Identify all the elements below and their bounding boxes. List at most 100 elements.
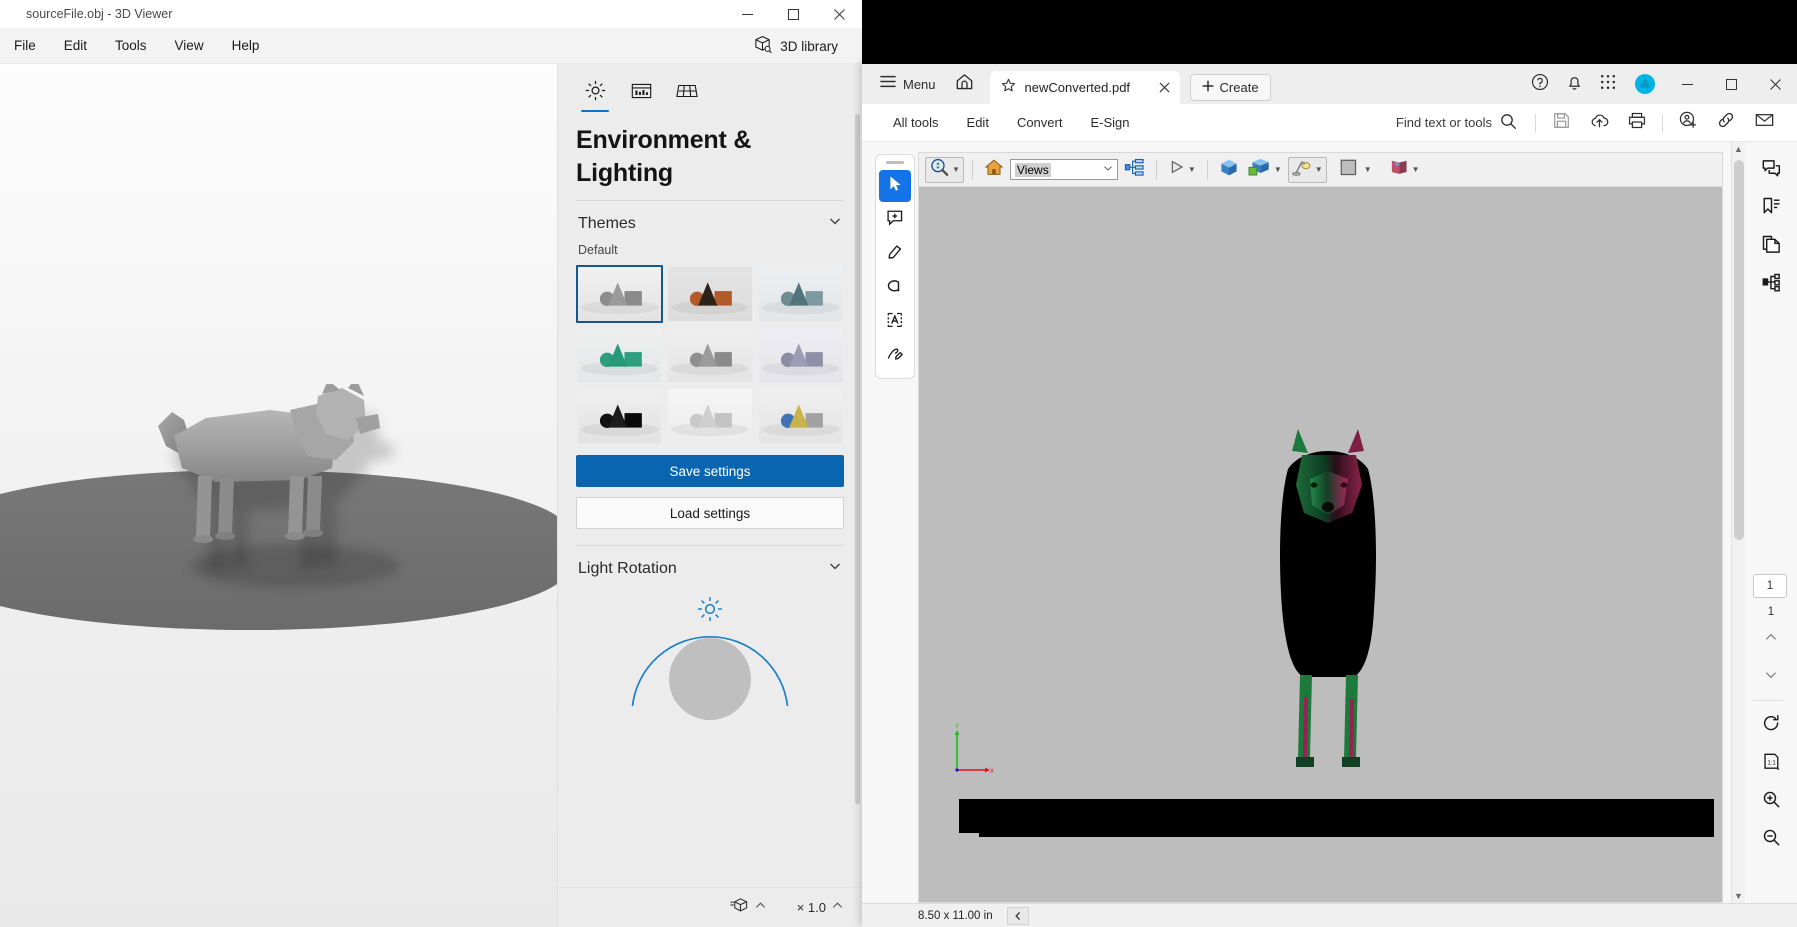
chevron-down-icon[interactable]: ▼: [1315, 165, 1323, 174]
next-page-button[interactable]: [1753, 656, 1789, 694]
acrobat-menu-button[interactable]: Menu: [870, 64, 946, 104]
chevron-down-icon[interactable]: ▼: [1412, 165, 1420, 174]
cloud-upload-button[interactable]: [1580, 104, 1618, 142]
light-rotation-dial[interactable]: [576, 594, 844, 754]
pages-panel-button[interactable]: [1753, 228, 1789, 266]
tab-grid-stage[interactable]: [664, 74, 710, 112]
default-view-button[interactable]: [981, 157, 1007, 183]
pdf-scroll-thumb[interactable]: [1734, 160, 1744, 540]
theme-neutral-grey[interactable]: [666, 326, 753, 384]
use-orthographic-button[interactable]: [1216, 157, 1242, 183]
star-icon[interactable]: [1001, 78, 1016, 98]
acrobat-close-button[interactable]: [1753, 64, 1797, 104]
tab-environment-lighting[interactable]: [572, 74, 618, 112]
email-button[interactable]: [1745, 104, 1783, 142]
tool-esign[interactable]: E-Sign: [1077, 109, 1142, 136]
document-tab-close-icon[interactable]: [1159, 82, 1170, 93]
rotate-3d-tool-button[interactable]: ▼: [925, 156, 964, 183]
pdf-vertical-scrollbar[interactable]: ▲ ▼: [1731, 142, 1745, 903]
views-dropdown[interactable]: Views: [1009, 159, 1118, 180]
copy-link-button[interactable]: [1707, 104, 1745, 142]
acrobat-maximize-button[interactable]: [1709, 64, 1753, 104]
bookmark-panel-button[interactable]: [1753, 190, 1789, 228]
scale-control[interactable]: × 1.0: [791, 899, 850, 917]
panel-scrollbar-track[interactable]: [855, 112, 861, 887]
3d-library-button[interactable]: 3D library: [743, 32, 848, 60]
draw-free-tool-button[interactable]: [879, 272, 911, 304]
save-button[interactable]: [1542, 104, 1580, 142]
chevron-down-icon[interactable]: [828, 214, 842, 233]
avatar[interactable]: [1635, 74, 1655, 94]
zoom-out-button[interactable]: [1753, 821, 1789, 859]
chevron-down-icon[interactable]: ▼: [952, 165, 960, 174]
panel-scrollbar-thumb[interactable]: [855, 114, 860, 804]
viewer-maximize-button[interactable]: [770, 0, 816, 28]
select-tool-button[interactable]: [879, 170, 911, 202]
model-stat-control[interactable]: [724, 897, 773, 918]
render-mode-button[interactable]: ▼: [1386, 157, 1423, 183]
sun-icon[interactable]: [697, 596, 723, 627]
theme-default-grey[interactable]: [576, 265, 664, 323]
theme-teal-light[interactable]: [757, 265, 844, 323]
actual-size-button[interactable]: 1:1: [1753, 745, 1789, 783]
find-text-or-tools[interactable]: Find text or tools: [1396, 113, 1517, 133]
status-collapse-button[interactable]: [1006, 906, 1029, 925]
current-page-input[interactable]: 1: [1753, 574, 1787, 598]
acrobat-home-button[interactable]: [946, 64, 984, 104]
tool-all-tools[interactable]: All tools: [880, 109, 952, 136]
apps-button[interactable]: [1591, 64, 1625, 104]
theme-bright-white[interactable]: [666, 387, 753, 445]
chevron-up-icon[interactable]: [831, 899, 844, 917]
print-button[interactable]: [1618, 104, 1656, 142]
pdf-page-canvas[interactable]: Y X: [918, 186, 1723, 903]
3d-render-canvas[interactable]: [0, 64, 557, 927]
theme-lavender[interactable]: [757, 326, 844, 384]
viewer-minimize-button[interactable]: [724, 0, 770, 28]
share-with-others-button[interactable]: [1669, 104, 1707, 142]
theme-emerald[interactable]: [576, 326, 663, 384]
highlight-tool-button[interactable]: [879, 238, 911, 270]
notifications-button[interactable]: [1557, 64, 1591, 104]
theme-sunset-orange[interactable]: [666, 265, 753, 323]
cross-section-button[interactable]: ▼: [1245, 157, 1285, 183]
viewer-close-button[interactable]: [816, 0, 862, 28]
menu-help[interactable]: Help: [218, 32, 274, 60]
tool-edit[interactable]: Edit: [954, 109, 1002, 136]
toolbar-drag-handle[interactable]: [886, 161, 904, 164]
document-tab[interactable]: newConverted.pdf: [989, 71, 1180, 104]
light-rotation-section-header[interactable]: Light Rotation: [576, 546, 844, 584]
menu-view[interactable]: View: [161, 32, 218, 60]
add-text-tool-button[interactable]: [879, 306, 911, 338]
scroll-up-arrow[interactable]: ▲: [1734, 144, 1743, 154]
search-icon[interactable]: [1500, 113, 1517, 133]
load-settings-button[interactable]: Load settings: [576, 497, 844, 529]
layers-panel-button[interactable]: [1753, 266, 1789, 304]
tool-convert[interactable]: Convert: [1004, 109, 1076, 136]
menu-edit[interactable]: Edit: [50, 32, 101, 60]
chevron-down-icon[interactable]: [828, 559, 842, 578]
tab-model-view[interactable]: [618, 74, 664, 112]
pdf-3d-scene[interactable]: Y X: [919, 187, 1722, 902]
chevron-down-icon[interactable]: ▼: [1188, 165, 1196, 174]
scroll-down-arrow[interactable]: ▼: [1734, 891, 1743, 901]
chevron-up-icon[interactable]: [754, 899, 767, 917]
menu-tools[interactable]: Tools: [101, 32, 161, 60]
sign-tool-button[interactable]: [879, 340, 911, 372]
save-settings-button[interactable]: Save settings: [576, 455, 844, 487]
chevron-down-icon[interactable]: ▼: [1274, 165, 1282, 174]
model-tree-button[interactable]: [1121, 157, 1148, 183]
chevron-down-icon[interactable]: [1102, 162, 1114, 177]
add-comment-tool-button[interactable]: [879, 204, 911, 236]
dial-knob[interactable]: [669, 638, 751, 720]
help-button[interactable]: [1523, 64, 1557, 104]
chevron-down-icon[interactable]: ▼: [1364, 165, 1372, 174]
menu-file[interactable]: File: [0, 32, 50, 60]
theme-multicolor[interactable]: [757, 387, 844, 445]
model-lighting-button[interactable]: ▼: [1287, 156, 1327, 183]
comment-panel-button[interactable]: [1753, 152, 1789, 190]
acrobat-minimize-button[interactable]: [1665, 64, 1709, 104]
create-button[interactable]: Create: [1189, 74, 1271, 101]
zoom-in-button[interactable]: [1753, 783, 1789, 821]
background-color-button[interactable]: ▼: [1336, 157, 1375, 183]
previous-page-button[interactable]: [1753, 618, 1789, 656]
